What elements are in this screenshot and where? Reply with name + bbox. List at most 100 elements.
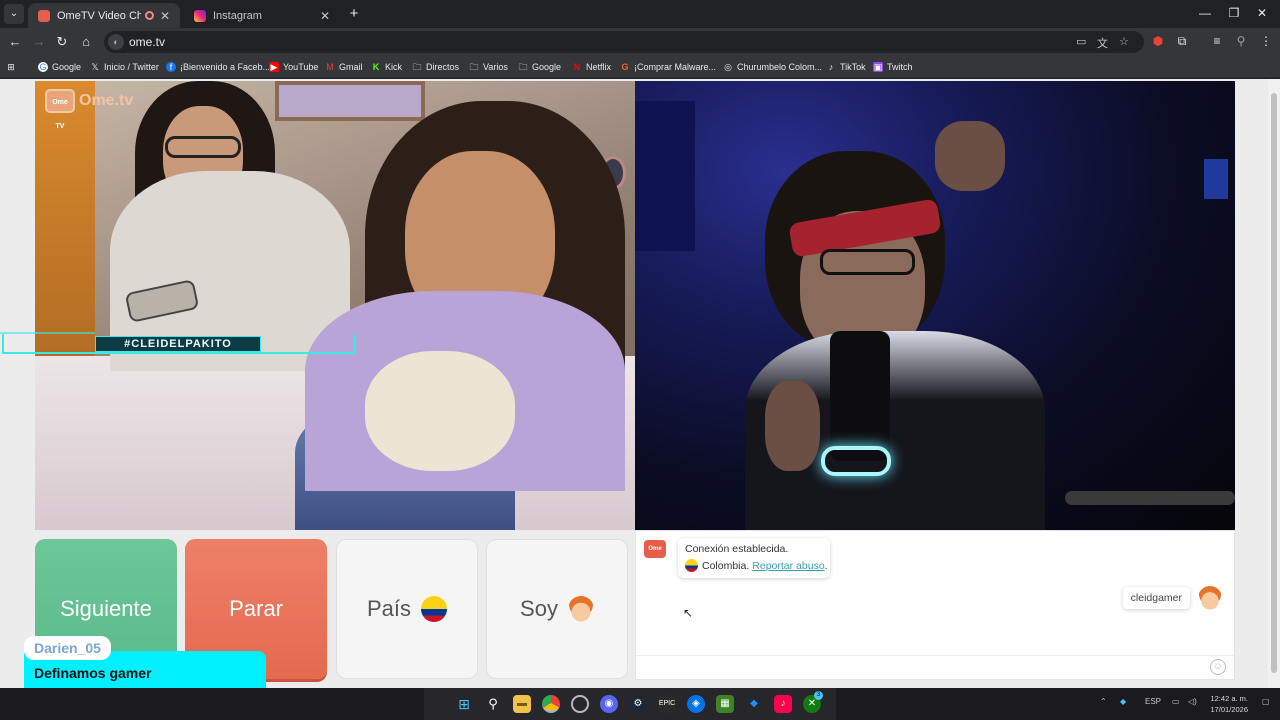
- cast-icon[interactable]: ▭: [1076, 35, 1086, 48]
- apps-grid-icon[interactable]: ⊞: [6, 60, 20, 74]
- bookmark-youtube[interactable]: ▶ YouTube: [269, 60, 318, 74]
- google-icon: G: [38, 62, 48, 72]
- menu-dots-icon[interactable]: ⋮: [1258, 33, 1274, 49]
- gender-select-button[interactable]: Soy: [486, 539, 628, 679]
- steam-icon[interactable]: ⚙: [629, 695, 647, 713]
- chrome-icon[interactable]: [542, 695, 560, 713]
- tray-chevron-icon[interactable]: ⌃: [1100, 697, 1107, 706]
- tv-icon: Ome TV: [45, 89, 75, 130]
- chat-input[interactable]: ☺: [636, 655, 1234, 679]
- tray-language[interactable]: ESP: [1145, 697, 1161, 706]
- bookmark-folder-directos[interactable]: 🗀 Directos: [412, 60, 459, 74]
- stranger-video: Ome TV Ome.tv: [35, 81, 635, 530]
- system-clock[interactable]: 12:42 a. m. 17/01/2026: [1210, 693, 1248, 715]
- extension-shield-icon[interactable]: ⬢: [1150, 33, 1166, 49]
- bookmark-kick[interactable]: K Kick: [371, 60, 402, 74]
- network-icon[interactable]: ▭: [1172, 697, 1180, 706]
- twitch-icon: ▣: [873, 62, 883, 72]
- discord-icon[interactable]: ◉: [600, 695, 618, 713]
- battlenet-icon[interactable]: ◈: [687, 695, 705, 713]
- bookmark-folder-google[interactable]: 🗀 Google: [518, 60, 561, 74]
- g2a-icon: G: [621, 62, 629, 72]
- wall-light: [1204, 159, 1228, 199]
- notifications-icon[interactable]: ▢: [1262, 697, 1270, 706]
- bookmark-twitter[interactable]: 𝕏 Inicio / Twitter: [90, 60, 159, 74]
- gender-label: Soy: [520, 596, 558, 621]
- url-text[interactable]: ome.tv: [129, 35, 165, 49]
- stream-hashtag: #CLEIDELPAKITO: [95, 336, 261, 352]
- back-icon[interactable]: ←: [6, 33, 24, 51]
- close-tab-icon[interactable]: ✕: [160, 9, 170, 23]
- tray-app-icon[interactable]: ◆: [1120, 697, 1126, 706]
- volume-icon[interactable]: ◁): [1188, 697, 1197, 706]
- site-info-icon[interactable]: ◐: [108, 34, 124, 50]
- notification-badge: 3: [814, 691, 823, 700]
- reload-icon[interactable]: ↻: [53, 33, 71, 51]
- page-scrollbar[interactable]: [1268, 79, 1280, 688]
- bookmark-star-icon[interactable]: ☆: [1119, 35, 1129, 48]
- obs-icon[interactable]: [571, 695, 589, 713]
- file-explorer-icon[interactable]: ▬: [513, 695, 531, 713]
- emoji-icon[interactable]: ☺: [1210, 659, 1226, 675]
- close-window-icon[interactable]: ✕: [1252, 6, 1272, 20]
- report-suffix: .: [824, 559, 828, 572]
- netflix-icon: N: [573, 62, 581, 72]
- profile-icon[interactable]: ⚲: [1233, 33, 1249, 49]
- translate-icon[interactable]: 文: [1097, 35, 1108, 51]
- bookmark-folder-varios[interactable]: 🗀 Varios: [469, 60, 507, 74]
- ometv-favicon-icon: [38, 9, 50, 22]
- mouse-cursor-icon: ↖: [683, 606, 694, 620]
- globe-icon: ◎: [724, 62, 732, 72]
- search-icon[interactable]: ⚲: [484, 695, 502, 713]
- riot-icon[interactable]: ◆: [745, 695, 763, 713]
- new-tab-button[interactable]: +: [345, 5, 363, 23]
- youtube-icon: ▶: [269, 62, 279, 72]
- home-icon[interactable]: ⌂: [77, 33, 95, 51]
- boy-avatar-icon: [567, 596, 594, 622]
- clock-time: 12:42 a. m.: [1210, 694, 1248, 703]
- chat-panel: Ome TV Conexión establecida. Colombia. R…: [635, 530, 1235, 680]
- mic-light-ring: [821, 446, 891, 476]
- scrollbar-thumb[interactable]: [1271, 93, 1277, 673]
- windows-start-icon[interactable]: ⊞: [455, 695, 473, 713]
- system-message: Conexión establecida. Colombia. Reportar…: [678, 538, 830, 578]
- bookmark-facebook[interactable]: f ¡Bienvenido a Faceb...: [166, 60, 270, 74]
- facebook-icon: f: [166, 62, 176, 72]
- bookmark-google[interactable]: G Google: [38, 60, 81, 74]
- bookmark-gmail[interactable]: M Gmail: [325, 60, 362, 74]
- scarf: [365, 351, 515, 471]
- tiktok-live-icon[interactable]: ♪: [774, 695, 792, 713]
- address-bar[interactable]: ◐ ome.tv ▭ 文 ☆: [104, 31, 1144, 53]
- extensions-puzzle-icon[interactable]: ⧉: [1174, 33, 1190, 49]
- media-controls-icon[interactable]: ≡: [1209, 33, 1225, 49]
- close-tab-icon[interactable]: ✕: [320, 9, 330, 23]
- tiktok-icon: ♪: [828, 62, 834, 72]
- stranger-country: Colombia.: [702, 559, 750, 572]
- tab-title: OmeTV Video Chat — Ome: [57, 9, 141, 22]
- tab-ometv[interactable]: OmeTV Video Chat — Ome ✕: [28, 3, 180, 28]
- tab-search-icon[interactable]: ⌄: [4, 4, 24, 24]
- country-filter-button[interactable]: País: [336, 539, 478, 679]
- hand: [765, 381, 820, 471]
- forward-icon[interactable]: →: [30, 33, 48, 51]
- self-username-tag: cleidgamer: [1122, 587, 1190, 609]
- minecraft-icon[interactable]: ▦: [716, 695, 734, 713]
- gmail-icon: M: [326, 62, 334, 72]
- raised-hand: [935, 121, 1005, 191]
- tab-instagram[interactable]: Instagram ✕: [184, 3, 340, 28]
- restore-icon[interactable]: ❐: [1224, 6, 1244, 20]
- bookmark-twitch[interactable]: ▣ Twitch: [873, 60, 913, 74]
- bookmark-netflix[interactable]: N Netflix: [572, 60, 611, 74]
- bookmark-malware[interactable]: G ¡Comprar Malware...: [620, 60, 716, 74]
- instagram-favicon-icon: [194, 9, 206, 22]
- minimize-icon[interactable]: —: [1195, 6, 1215, 20]
- stop-label: Parar: [229, 596, 283, 621]
- bookmark-tiktok[interactable]: ♪ TikTok: [826, 60, 866, 74]
- stream-chat-text: Definamos gamer: [34, 665, 152, 681]
- microphone: [830, 331, 890, 461]
- colombia-flag-icon: [421, 596, 448, 622]
- epic-games-icon[interactable]: EPIC: [658, 695, 676, 713]
- folder-icon: 🗀: [518, 62, 528, 72]
- report-abuse-link[interactable]: Reportar abuso: [752, 560, 824, 572]
- bookmark-churumbelo[interactable]: ◎ Churumbelo Colom...: [723, 60, 822, 74]
